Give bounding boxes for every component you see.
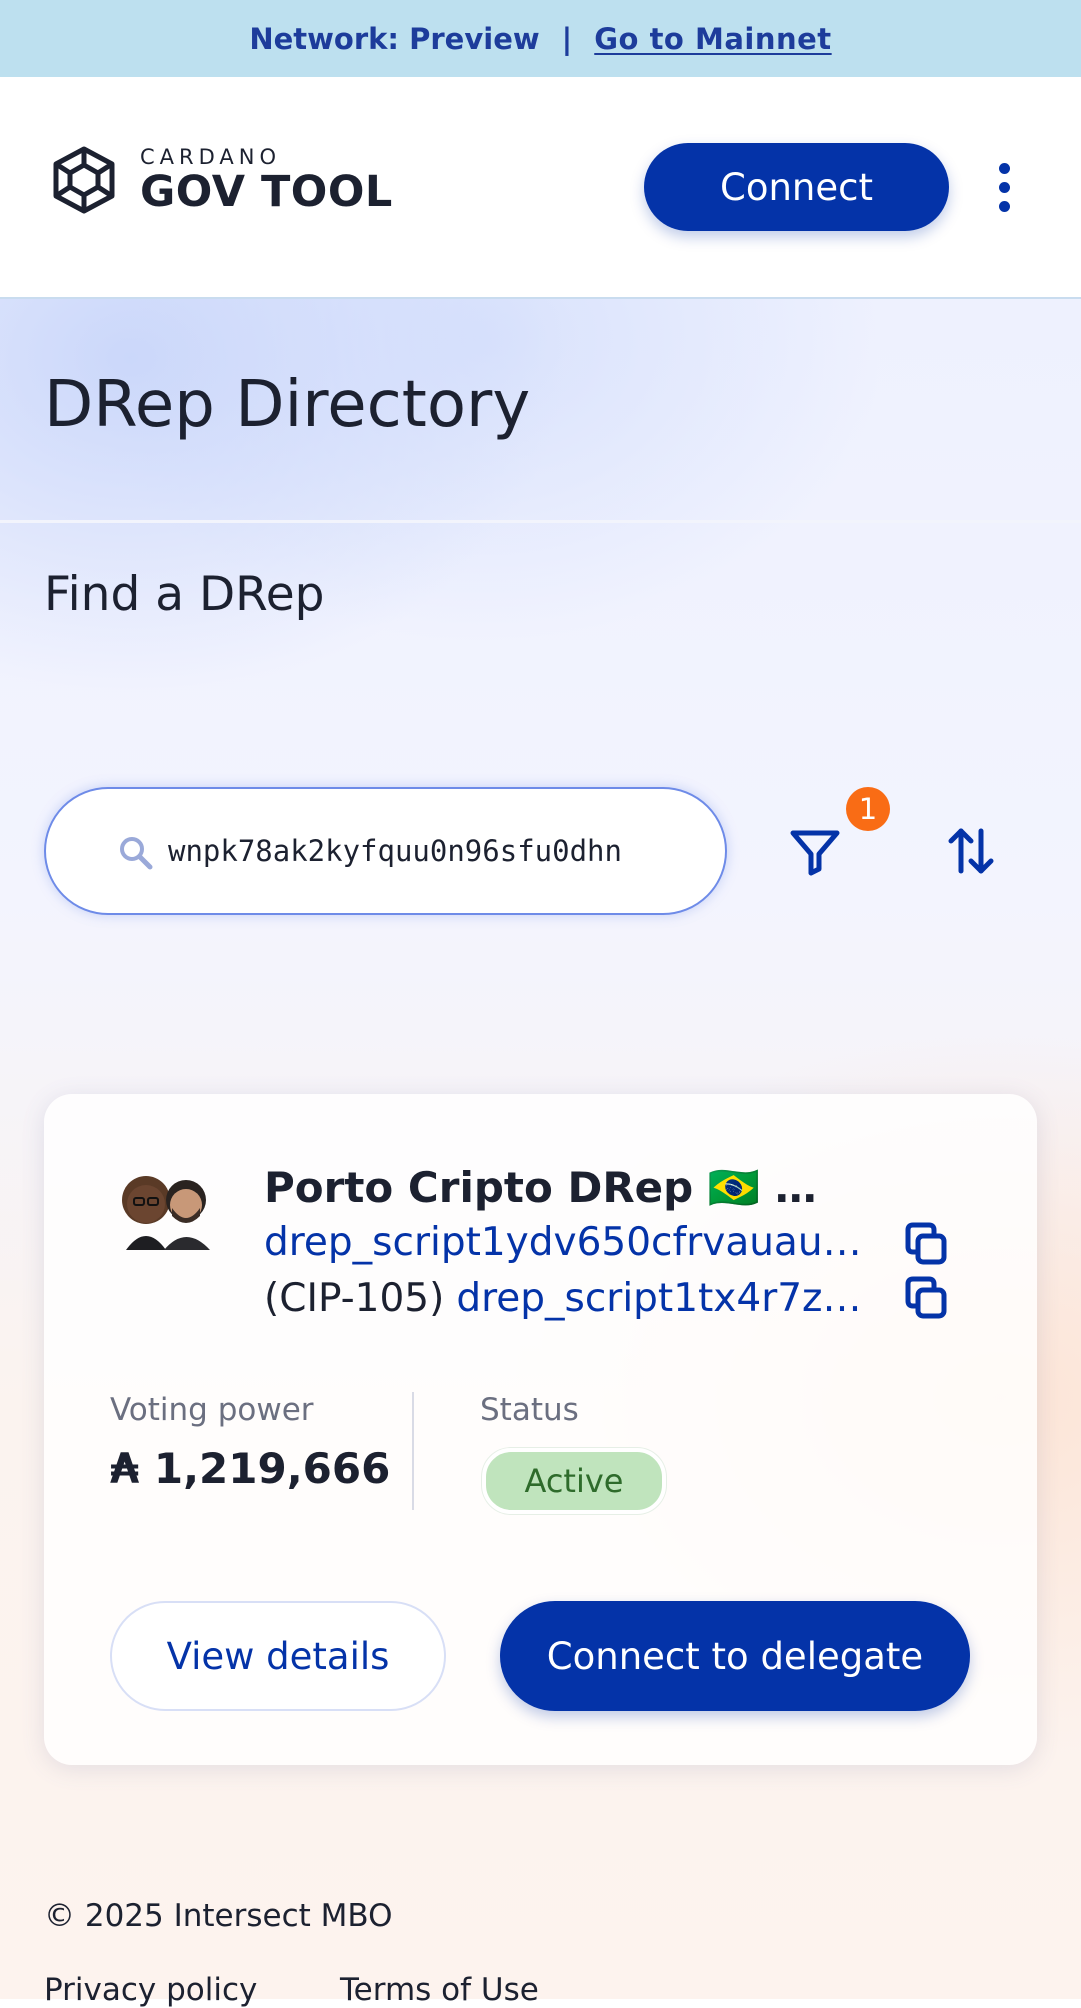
menu-dot — [998, 181, 1010, 193]
terms-of-use-link[interactable]: Terms of Use — [340, 1972, 539, 2008]
sort-icon — [948, 828, 994, 874]
filter-count-badge: 1 — [846, 787, 890, 831]
page-title: DRep Directory — [44, 368, 531, 442]
banner-separator: | — [561, 21, 573, 56]
logo-govtool-text: GOV TOOL — [140, 167, 393, 217]
stats-divider — [412, 1392, 414, 1510]
go-to-mainnet-link[interactable]: Go to Mainnet — [594, 22, 831, 56]
connect-to-delegate-button[interactable]: Connect to delegate — [500, 1601, 970, 1711]
cip105-label: (CIP-105) — [264, 1275, 445, 1321]
voting-power-label: Voting power — [110, 1392, 314, 1428]
network-label: Network: Preview — [249, 21, 540, 56]
status-badge: Active — [482, 1448, 666, 1514]
status-label: Status — [480, 1392, 579, 1428]
top-header: CARDANO GOV TOOL Connect — [0, 77, 1081, 299]
drep-id-row: drep_script1ydv650cfrvauaugy0p4f3mk8x2w5… — [264, 1216, 944, 1268]
govtool-logo[interactable]: CARDANO GOV TOOL — [44, 143, 393, 217]
logo-cardano-text: CARDANO — [140, 145, 282, 169]
more-vertical-icon[interactable] — [984, 157, 1024, 217]
privacy-policy-link[interactable]: Privacy policy — [44, 1972, 257, 2008]
cip105-id-link[interactable]: drep_script1tx4r7zm9nc3uapwfxrq2hq5zqp9 — [456, 1276, 866, 1321]
drep-name: Porto Cripto DRep 🇧🇷 🄿… — [264, 1163, 844, 1212]
sort-button[interactable] — [936, 816, 1006, 886]
filter-button[interactable] — [780, 816, 850, 886]
cip105-id-row: (CIP-105) drep_script1tx4r7zm9nc3uapwfxr… — [264, 1272, 944, 1324]
search-box[interactable] — [44, 787, 727, 915]
network-banner: Network: Preview | Go to Mainnet — [0, 0, 1081, 77]
cardano-hexagon-logo-icon — [53, 146, 115, 214]
drep-card: Porto Cripto DRep 🇧🇷 🄿… drep_script1ydv6… — [44, 1094, 1037, 1765]
title-band: DRep Directory — [0, 298, 1081, 523]
logo-text: CARDANO GOV TOOL — [140, 145, 393, 215]
section-title: Find a DRep — [44, 567, 325, 622]
search-input[interactable] — [168, 819, 668, 883]
copy-icon[interactable] — [902, 1220, 950, 1268]
view-details-button[interactable]: View details — [110, 1601, 446, 1711]
menu-dot — [998, 162, 1010, 174]
connect-wallet-button[interactable]: Connect — [644, 143, 949, 231]
copy-icon[interactable] — [902, 1274, 950, 1322]
drep-avatar — [122, 1176, 210, 1250]
menu-dot — [998, 200, 1010, 212]
search-icon — [120, 837, 153, 870]
filter-icon — [790, 830, 840, 876]
footer-copyright: © 2025 Intersect MBO — [44, 1898, 393, 1934]
drep-id-link[interactable]: drep_script1ydv650cfrvauaugy0p4f3mk8x2w5… — [264, 1220, 874, 1265]
voting-power-value: ₳ 1,219,666 — [110, 1444, 391, 1493]
